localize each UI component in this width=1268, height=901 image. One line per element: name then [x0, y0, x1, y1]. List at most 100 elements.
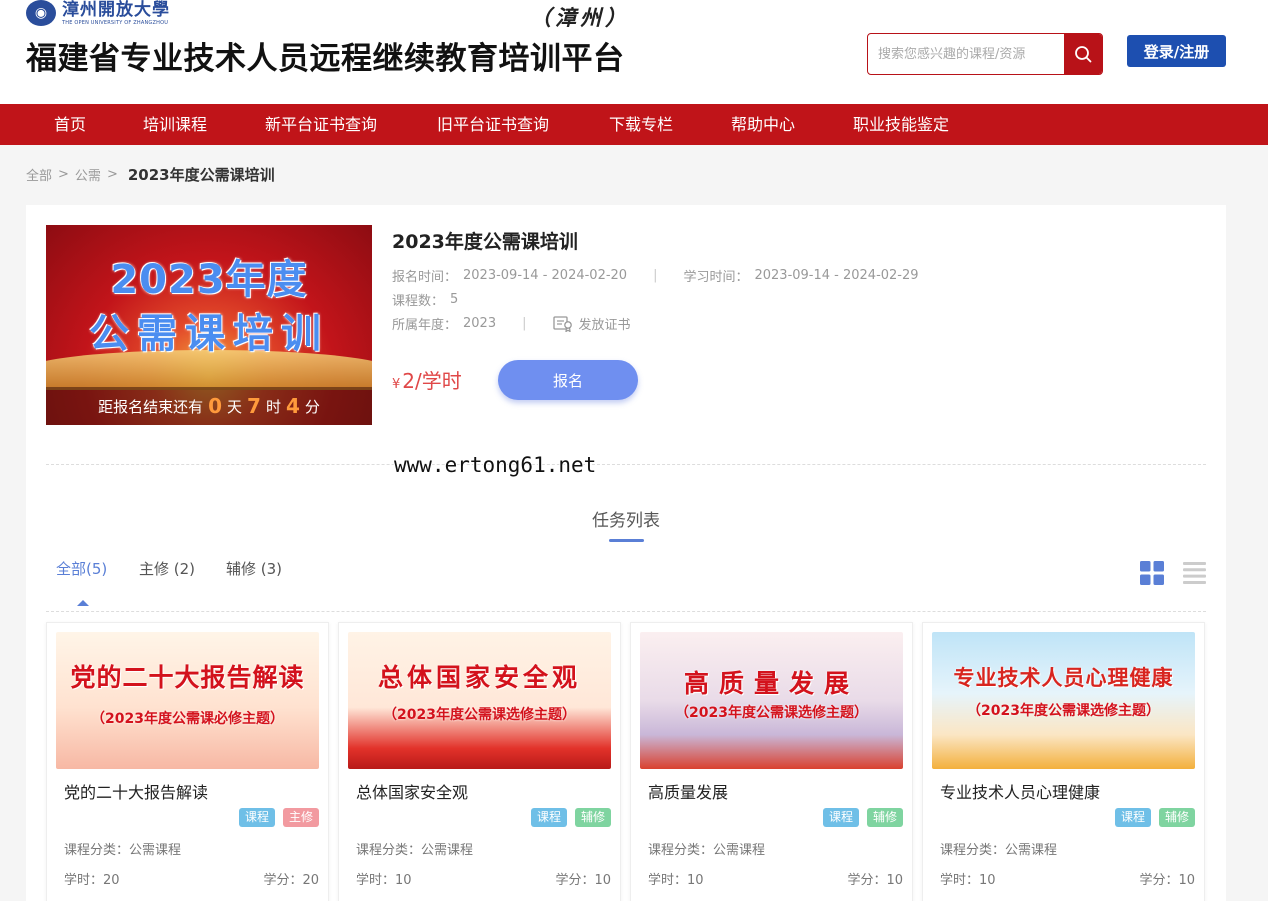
year-label: 所属年度：	[392, 318, 458, 333]
course-card-hours: 学时：10	[356, 873, 412, 888]
search-input[interactable]	[868, 34, 1064, 74]
meta-divider: |	[522, 316, 527, 331]
course-time-row: 报名时间： 2023-09-14 - 2024-02-20 | 学习时间： 20…	[392, 266, 919, 285]
meta-divider: |	[653, 268, 658, 283]
breadcrumb-separator: >	[58, 167, 69, 182]
grid-view-icon	[1140, 561, 1164, 585]
nav-item-new-cert-query[interactable]: 新平台证书查询	[265, 104, 377, 145]
course-card-image-subtitle: （2023年度公需课必修主题）	[91, 711, 284, 727]
course-card[interactable]: 总体国家安全观 （2023年度公需课选修主题） 总体国家安全观 课程 辅修 课程…	[338, 622, 621, 901]
certificate-icon	[552, 315, 572, 332]
price-currency: ¥	[392, 377, 401, 392]
tab-all[interactable]: 全部(5)	[56, 558, 107, 579]
course-count-row: 课程数： 5	[392, 290, 458, 309]
course-card-badges: 课程 辅修	[1114, 808, 1195, 827]
course-type-badge: 课程	[1114, 808, 1151, 827]
course-card-image[interactable]: 总体国家安全观 （2023年度公需课选修主题）	[348, 632, 611, 769]
study-time-label: 学习时间：	[683, 270, 749, 285]
logo-text: 漳州開放大學 THE OPEN UNIVERSITY OF ZHANGZHOU	[62, 0, 170, 26]
course-card-image-title: 高质量发展	[683, 669, 859, 698]
course-card-image[interactable]: 党的二十大报告解读 （2023年度公需课必修主题）	[56, 632, 319, 769]
certificate-label: 发放证书	[578, 318, 631, 333]
course-card-title[interactable]: 总体国家安全观	[356, 779, 468, 803]
breadcrumb-public[interactable]: 公需	[75, 165, 101, 184]
price-value: 2/学时	[402, 369, 462, 393]
tab-minor[interactable]: 辅修 (3)	[226, 558, 282, 579]
course-card-hours: 学时：10	[940, 873, 996, 888]
course-card[interactable]: 专业技术人员心理健康 （2023年度公需课选修主题） 专业技术人员心理健康 课程…	[922, 622, 1205, 901]
course-card[interactable]: 党的二十大报告解读 （2023年度公需课必修主题） 党的二十大报告解读 课程 主…	[46, 622, 329, 901]
logo-chinese-name: 漳州開放大學	[62, 0, 170, 20]
course-card-category: 课程分类：公需课程	[648, 843, 766, 858]
signup-countdown: 距报名结束还有 0 天 7 时 4 分	[46, 387, 372, 425]
breadcrumb-all[interactable]: 全部	[26, 165, 52, 184]
course-card-title[interactable]: 专业技术人员心理健康	[940, 779, 1100, 803]
nav-item-home[interactable]: 首页	[54, 104, 86, 145]
countdown-hours-unit: 时	[265, 397, 281, 416]
countdown-minutes: 4	[285, 394, 300, 418]
countdown-minutes-unit: 分	[304, 397, 320, 416]
list-view-icon	[1183, 562, 1206, 584]
course-card-image-subtitle: （2023年度公需课选修主题）	[675, 705, 868, 721]
course-card-image[interactable]: 专业技术人员心理健康 （2023年度公需课选修主题）	[932, 632, 1195, 769]
main-nav: 首页 培训课程 新平台证书查询 旧平台证书查询 下载专栏 帮助中心 职业技能鉴定	[0, 104, 1268, 145]
list-view-toggle[interactable]	[1183, 562, 1206, 584]
banner-title-text: 公需课培训	[89, 311, 329, 357]
course-card-image-title: 专业技术人员心理健康	[953, 666, 1174, 690]
course-type-badge: 课程	[822, 808, 859, 827]
site-subtitle: （漳州）	[530, 5, 630, 30]
banner-year-text: 2023年度	[110, 257, 308, 303]
logo-english-name: THE OPEN UNIVERSITY OF ZHANGZHOU	[62, 19, 169, 26]
course-title: 2023年度公需课培训	[392, 231, 578, 253]
course-card-credits: 学分：10	[847, 873, 903, 888]
nav-item-help[interactable]: 帮助中心	[731, 104, 795, 145]
nav-item-downloads[interactable]: 下载专栏	[609, 104, 673, 145]
search-button[interactable]	[1064, 34, 1102, 74]
site-title: 福建省专业技术人员远程继续教育培训平台	[26, 41, 625, 77]
course-card-category: 课程分类：公需课程	[356, 843, 474, 858]
grid-view-toggle[interactable]	[1140, 561, 1164, 585]
study-time-value: 2023-09-14 - 2024-02-29	[754, 268, 919, 283]
course-card-image-subtitle: （2023年度公需课选修主题）	[383, 707, 576, 723]
minor-badge: 辅修	[574, 808, 611, 827]
site-header: ◉ 漳州開放大學 THE OPEN UNIVERSITY OF ZHANGZHO…	[0, 0, 1268, 104]
course-card-category: 课程分类：公需课程	[940, 843, 1058, 858]
active-tab-indicator	[77, 600, 89, 606]
signup-time-label: 报名时间：	[392, 270, 458, 285]
nav-item-courses[interactable]: 培训课程	[143, 104, 207, 145]
countdown-prefix: 距报名结束还有	[98, 397, 204, 416]
login-register-button[interactable]: 登录/注册	[1127, 35, 1226, 67]
course-card[interactable]: 高质量发展 （2023年度公需课选修主题） 高质量发展 课程 辅修 课程分类：公…	[630, 622, 913, 901]
course-year-row: 所属年度： 2023 | 发放证书	[392, 314, 631, 333]
course-card-hours: 学时：20	[64, 873, 120, 888]
breadcrumb-separator: >	[106, 167, 118, 182]
tab-major[interactable]: 主修 (2)	[139, 558, 195, 579]
course-card-image-subtitle: （2023年度公需课选修主题）	[967, 703, 1160, 719]
course-card-category: 课程分类：公需课程	[64, 843, 182, 858]
nav-item-old-cert-query[interactable]: 旧平台证书查询	[437, 104, 549, 145]
course-count-value: 5	[450, 292, 459, 307]
course-card-credits: 学分：10	[1139, 873, 1195, 888]
course-card-badges: 课程 主修	[238, 808, 319, 827]
university-logo[interactable]: ◉ 漳州開放大學 THE OPEN UNIVERSITY OF ZHANGZHO…	[26, 0, 170, 26]
signup-time-value: 2023-09-14 - 2024-02-20	[463, 268, 628, 283]
site-watermark: www.ertong61.net	[394, 453, 597, 477]
minor-badge: 辅修	[1158, 808, 1195, 827]
countdown-days-unit: 天	[227, 397, 243, 416]
countdown-hours: 7	[247, 394, 261, 418]
search-icon	[1075, 46, 1092, 63]
course-card-title[interactable]: 高质量发展	[648, 779, 728, 803]
course-card-image[interactable]: 高质量发展 （2023年度公需课选修主题）	[640, 632, 903, 769]
breadcrumb: 全部 > 公需 > 2023年度公需课培训	[26, 164, 275, 185]
course-type-badge: 课程	[530, 808, 567, 827]
task-list-title-underline	[609, 539, 644, 542]
search-box	[867, 33, 1103, 75]
minor-badge: 辅修	[866, 808, 903, 827]
enroll-button[interactable]: 报名	[498, 360, 638, 400]
course-detail-panel: 2023年度 公需课培训 距报名结束还有 0 天 7 时 4 分 2023年度公…	[26, 205, 1226, 901]
course-card-title[interactable]: 党的二十大报告解读	[64, 779, 208, 803]
tabs-divider	[46, 611, 1206, 612]
nav-item-skill-appraisal[interactable]: 职业技能鉴定	[853, 104, 949, 145]
section-divider	[46, 464, 1206, 465]
course-card-credits: 学分：20	[263, 873, 319, 888]
